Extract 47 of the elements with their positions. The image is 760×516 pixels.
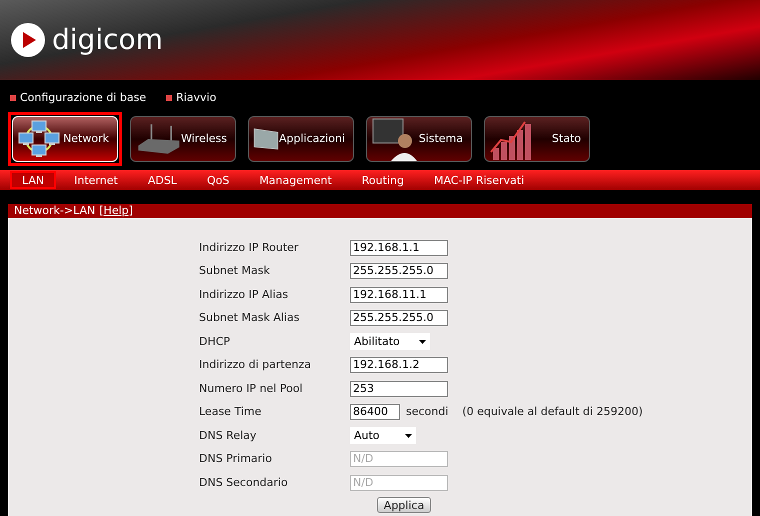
user-computer-icon	[371, 117, 417, 161]
subtab[interactable]: Management	[247, 171, 344, 189]
breadcrumb: Network->LAN	[14, 202, 96, 219]
network-icon	[17, 119, 61, 159]
nav-tab[interactable]: Applicazioni	[248, 116, 354, 162]
top-link[interactable]: Configurazione di base	[10, 90, 146, 106]
field-label: Lease Time	[199, 404, 262, 420]
caret-icon	[419, 340, 426, 344]
logo-text: digicom	[52, 26, 163, 54]
subtab[interactable]: Routing	[350, 171, 416, 189]
nav-tab[interactable]: Sistema	[366, 116, 472, 162]
input-field[interactable]: 255.255.255.0	[350, 263, 448, 280]
field-label: Numero IP nel Pool	[199, 380, 304, 396]
top-link[interactable]: Riavvio	[166, 90, 216, 106]
subtab[interactable]: MAC-IP Riservati	[422, 171, 536, 189]
caret-icon	[405, 434, 412, 438]
field-label: DNS Secondario	[199, 474, 289, 490]
input-field[interactable]: 86400	[350, 404, 400, 420]
field-label: Indirizzo di partenza	[199, 357, 312, 373]
unit-label: secondi	[406, 404, 448, 420]
input-field[interactable]: 255.255.255.0	[350, 310, 448, 326]
field-label: DHCP	[199, 334, 232, 350]
apply-button[interactable]: Applica	[377, 496, 431, 512]
subtab[interactable]: LAN	[10, 171, 56, 189]
square-bullet-icon	[10, 95, 16, 101]
input-field[interactable]: 253	[350, 380, 448, 397]
help-link[interactable]: [Help]	[99, 202, 133, 220]
subtab[interactable]: QoS	[194, 171, 242, 189]
field-label: DNS Relay	[199, 428, 258, 444]
field-label: Subnet Mask	[199, 263, 271, 279]
input-field[interactable]: 192.168.1.2	[350, 357, 448, 374]
nav-tab[interactable]: Network	[12, 116, 118, 162]
input-field[interactable]: 192.168.11.1	[350, 286, 448, 303]
nav-tab[interactable]: Wireless	[130, 116, 236, 162]
nav-tab[interactable]: Stato	[484, 116, 590, 162]
dropdown[interactable]: Abilitato	[350, 333, 430, 350]
subtab[interactable]: Internet	[62, 171, 130, 189]
field-label: Indirizzo IP Alias	[199, 286, 290, 302]
dropdown[interactable]: Auto	[350, 427, 416, 444]
play-logo-icon	[10, 22, 46, 58]
subtab[interactable]: ADSL	[136, 171, 189, 189]
field-label: DNS Primario	[199, 451, 273, 467]
field-label: Indirizzo IP Router	[199, 240, 300, 256]
input-field[interactable]: 192.168.1.1	[350, 240, 448, 256]
square-bullet-icon	[166, 95, 172, 101]
field-label: Subnet Mask Alias	[199, 310, 300, 326]
hint-text: (0 equivale al default di 259200)	[462, 404, 643, 420]
